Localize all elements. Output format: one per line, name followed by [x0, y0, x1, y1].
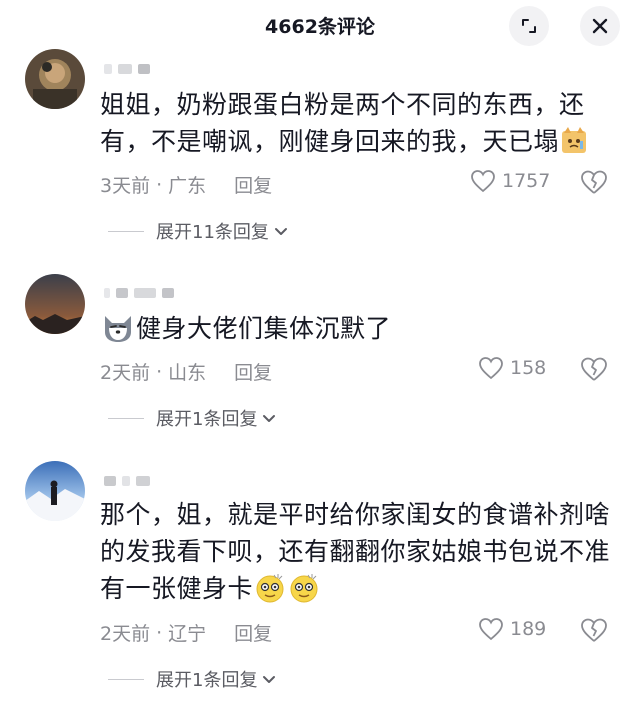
comment-location: 辽宁 [168, 623, 207, 645]
comment-time: 2天前 [100, 623, 151, 645]
expand-button[interactable] [509, 6, 549, 46]
comment-location: 山东 [168, 362, 207, 384]
username-blurred[interactable] [104, 62, 150, 76]
username-blurred[interactable] [104, 286, 174, 300]
comment-text: 健身大佬们集体沉默了 [100, 310, 620, 347]
heart-icon [479, 618, 503, 641]
comment-time: 3天前 [100, 175, 151, 197]
crying-cat-emoji [560, 127, 588, 155]
comments-header: 4662条评论 [0, 0, 640, 52]
dizzy-face-emoji [254, 572, 286, 604]
avatar[interactable] [25, 49, 85, 109]
expand-icon [522, 19, 536, 33]
dislike-button[interactable] [580, 356, 608, 386]
expand-replies[interactable]: 展开1条回复 [108, 405, 277, 431]
dizzy-face-emoji [288, 572, 320, 604]
dislike-button[interactable] [580, 617, 608, 647]
like-count: 1757 [502, 170, 551, 192]
comment-meta: 3天前 · 广东 回复 [100, 171, 272, 198]
comment-meta: 2天前 · 辽宁 回复 [100, 619, 272, 646]
comment-text: 姐姐，奶粉跟蛋白粉是两个不同的东西，还有，不是嘲讽，刚健身回来的我，天已塌 [100, 86, 620, 160]
expand-replies-label: 展开1条回复 [156, 409, 258, 430]
like-button[interactable]: 189 [478, 617, 546, 641]
expand-replies-label: 展开11条回复 [156, 222, 269, 243]
username-blurred[interactable] [104, 474, 150, 488]
heart-icon [471, 170, 495, 193]
reply-button[interactable]: 回复 [234, 358, 272, 385]
comment-text: 那个，姐，就是平时给你家闺女的食谱补剂啥的发我看下呗，还有翻翻你家姑娘书包说不准… [100, 500, 611, 604]
husky-emoji [101, 312, 135, 344]
expand-replies[interactable]: 展开11条回复 [108, 218, 289, 244]
broken-heart-icon [581, 170, 607, 194]
reply-button[interactable]: 回复 [234, 171, 272, 198]
like-count: 158 [510, 357, 547, 379]
comment-location: 广东 [168, 175, 207, 197]
avatar[interactable] [25, 461, 85, 521]
expand-replies[interactable]: 展开1条回复 [108, 666, 277, 692]
broken-heart-icon [581, 357, 607, 381]
close-button[interactable] [580, 6, 620, 46]
reply-button[interactable]: 回复 [234, 619, 272, 646]
like-button[interactable]: 1757 [470, 169, 550, 193]
chevron-down-icon [263, 676, 276, 683]
avatar[interactable] [25, 274, 85, 334]
like-count: 189 [510, 618, 547, 640]
close-icon [592, 18, 608, 34]
like-button[interactable]: 158 [478, 356, 546, 380]
dislike-button[interactable] [580, 169, 608, 199]
heart-icon [479, 357, 503, 380]
expand-replies-label: 展开1条回复 [156, 670, 258, 691]
comment-time: 2天前 [100, 362, 151, 384]
chevron-down-icon [263, 415, 276, 422]
comment-meta: 2天前 · 山东 回复 [100, 358, 272, 385]
chevron-down-icon [274, 228, 287, 235]
broken-heart-icon [581, 618, 607, 642]
